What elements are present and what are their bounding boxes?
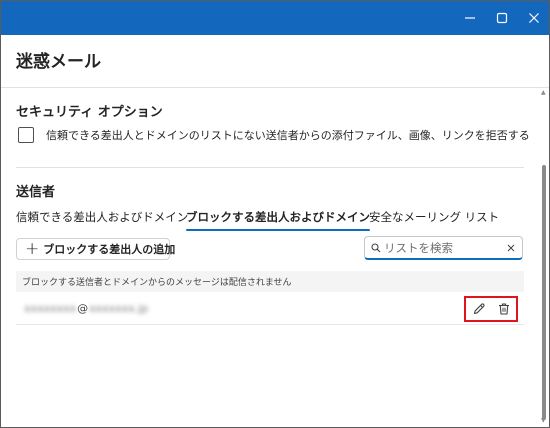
section-divider (16, 167, 524, 168)
minimize-button[interactable] (453, 1, 487, 35)
settings-content: セキュリティ オプション 信頼できる差出人とドメインのリストにない送信者からの添… (1, 88, 549, 427)
entry-actions-highlight (464, 296, 518, 322)
vertical-scrollbar[interactable]: ▲ ▼ (540, 88, 549, 427)
edit-pencil-icon (473, 303, 485, 315)
junk-email-window: 迷惑メール セキュリティ オプション 信頼できる差出人とドメインのリストにない送… (0, 0, 550, 428)
page-title: 迷惑メール (16, 52, 101, 72)
search-icon (371, 242, 381, 253)
active-tab-indicator (186, 229, 370, 231)
title-bar (1, 1, 549, 35)
search-box[interactable] (364, 236, 523, 260)
plus-icon: + (25, 239, 40, 259)
maximize-button[interactable] (485, 1, 519, 35)
block-attachments-checkbox[interactable] (18, 127, 34, 143)
maximize-icon (496, 12, 508, 24)
email-domain: xxxxxxx.jp (89, 302, 149, 315)
minimize-icon (465, 17, 475, 19)
list-item[interactable]: xxxxxxxx @ xxxxxxx.jp (16, 293, 524, 325)
clear-icon[interactable] (507, 244, 515, 252)
block-attachments-option[interactable]: 信頼できる差出人とドメインのリストにない送信者からの添付ファイル、画像、リンクを… (18, 127, 530, 143)
add-blocked-sender-label: ブロックする差出人の追加 (43, 243, 176, 256)
dialog-header: 迷惑メール (1, 35, 549, 88)
tab-safe-mailing-lists[interactable]: 安全なメーリング リスト (369, 209, 499, 225)
email-local-part: xxxxxxxx (24, 302, 77, 315)
block-attachments-label: 信頼できる差出人とドメインのリストにない送信者からの添付ファイル、画像、リンクを… (46, 129, 530, 142)
scroll-down-icon[interactable]: ▼ (541, 418, 546, 424)
tab-blocked-senders[interactable]: ブロックする差出人およびドメイン (186, 209, 370, 231)
edit-button[interactable] (469, 299, 489, 319)
scroll-up-icon[interactable]: ▲ (541, 90, 546, 96)
delete-button[interactable] (494, 299, 514, 319)
list-header: ブロックする送信者とドメインからのメッセージは配信されません (16, 271, 524, 292)
scrollbar-thumb[interactable] (542, 165, 546, 420)
tab-safe-mailing-lists-label: 安全なメーリング リスト (369, 210, 500, 224)
email-at-sign: @ (77, 302, 89, 315)
list-header-text: ブロックする送信者とドメインからのメッセージは配信されません (22, 278, 292, 288)
add-blocked-sender-button[interactable]: + ブロックする差出人の追加 (16, 238, 175, 260)
senders-title: 送信者 (16, 185, 56, 200)
tab-blocked-senders-label: ブロックする差出人およびドメイン (186, 210, 370, 224)
security-options-title: セキュリティ オプション (16, 105, 163, 120)
blocked-sender-address: xxxxxxxx @ xxxxxxx.jp (24, 302, 148, 315)
tab-trusted-senders-label: 信頼できる差出人およびドメイン (16, 210, 189, 224)
close-icon (529, 13, 539, 23)
delete-trash-icon (498, 303, 509, 315)
close-window-button[interactable] (517, 1, 549, 35)
tab-trusted-senders[interactable]: 信頼できる差出人およびドメイン (16, 209, 188, 225)
search-input[interactable] (381, 240, 502, 255)
